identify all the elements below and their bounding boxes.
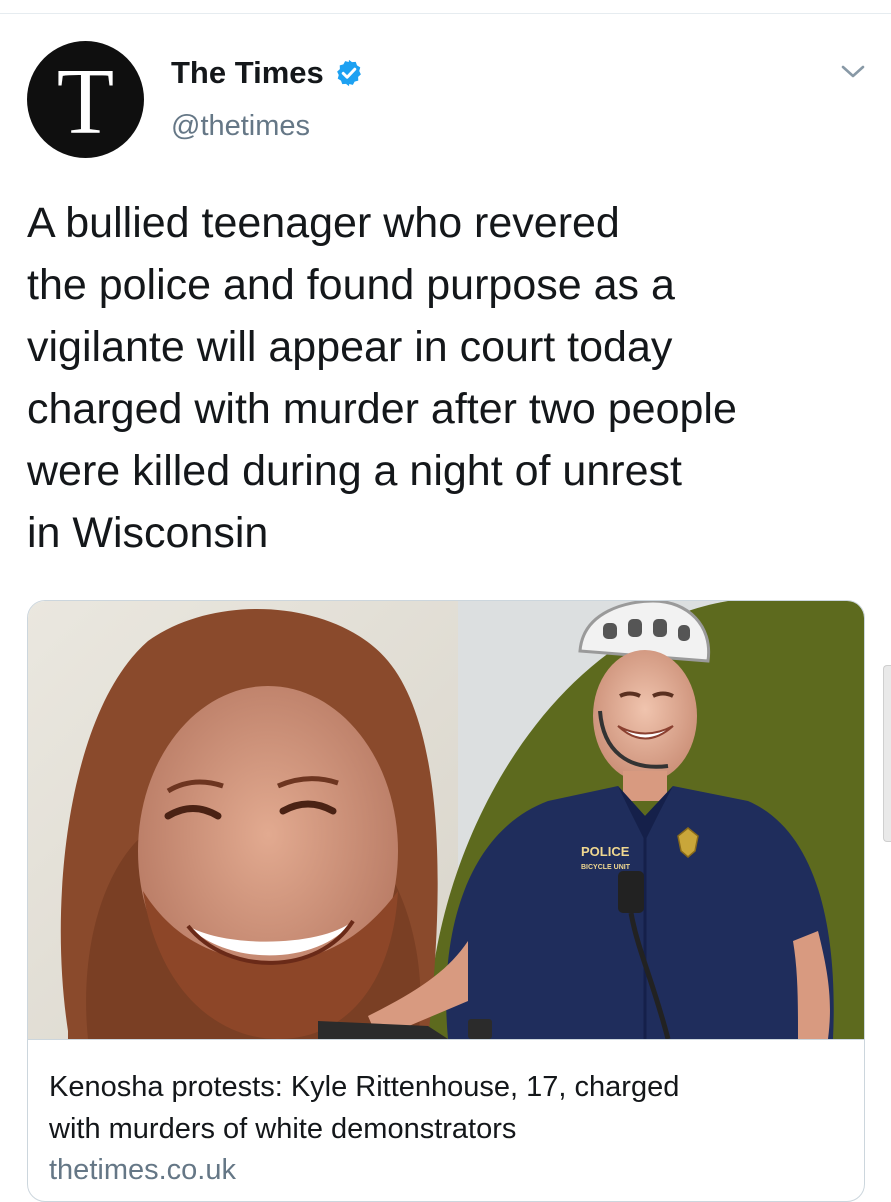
tweet-text-line: charged with murder after two people <box>27 385 737 433</box>
top-divider <box>0 13 891 14</box>
card-text-area[interactable]: Kenosha protests: Kyle Rittenhouse, 17, … <box>28 1039 864 1201</box>
author-name-row: The Times <box>171 55 364 91</box>
avatar[interactable]: T <box>27 41 144 158</box>
card-title[interactable]: Kenosha protests: Kyle Rittenhouse, 17, … <box>49 1066 839 1150</box>
card-title-line: with murders of white demonstrators <box>49 1113 517 1145</box>
handle[interactable]: @thetimes <box>171 110 310 143</box>
chevron-down-icon[interactable] <box>840 62 866 82</box>
card-image: POLICE BICYCLE UNIT <box>28 601 864 1039</box>
tweet-text: A bullied teenager who revered the police… <box>27 192 877 564</box>
tweet-text-line: the police and found purpose as a <box>27 261 675 309</box>
tweet-text-line: vigilante will appear in court today <box>27 323 673 371</box>
scrollbar[interactable] <box>883 665 891 842</box>
tweet-text-line: A bullied teenager who revered <box>27 199 620 247</box>
police-patch-subtext: BICYCLE UNIT <box>581 864 631 871</box>
card-domain[interactable]: thetimes.co.uk <box>49 1154 236 1187</box>
avatar-letter: T <box>56 49 115 154</box>
link-card[interactable]: POLICE BICYCLE UNIT Kenosha protests: Ky… <box>27 600 865 1202</box>
police-patch-text: POLICE <box>581 844 630 859</box>
tweet-text-line: were killed during a night of unrest <box>27 447 682 495</box>
tweet-text-line: in Wisconsin <box>27 509 269 557</box>
card-title-line: Kenosha protests: Kyle Rittenhouse, 17, … <box>49 1071 680 1103</box>
verified-badge-icon <box>336 59 361 87</box>
display-name[interactable]: The Times <box>171 55 324 91</box>
